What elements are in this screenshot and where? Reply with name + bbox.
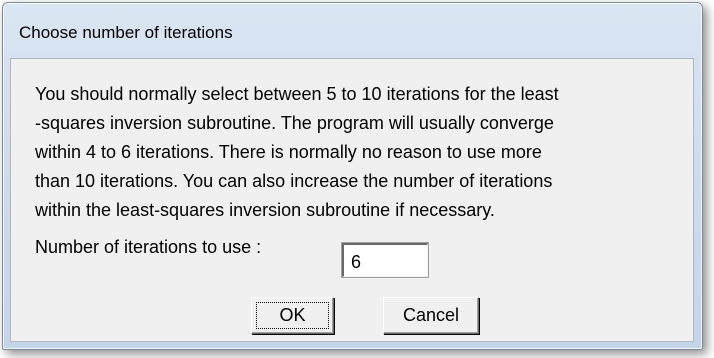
window-title: Choose number of iterations <box>19 23 233 42</box>
screen: Choose number of iterations You should n… <box>0 0 714 358</box>
iterations-label: Number of iterations to use : <box>35 237 262 257</box>
title-bar[interactable]: Choose number of iterations <box>3 3 702 41</box>
dialog-window: Choose number of iterations You should n… <box>2 2 703 350</box>
iterations-input[interactable] <box>341 242 429 278</box>
dialog-body: You should normally select between 5 to … <box>10 58 694 342</box>
ok-button[interactable]: OK <box>251 297 334 334</box>
ok-button-label: OK <box>279 305 306 325</box>
instruction-text: You should normally select between 5 to … <box>35 84 559 220</box>
cancel-button[interactable]: Cancel <box>383 297 479 334</box>
